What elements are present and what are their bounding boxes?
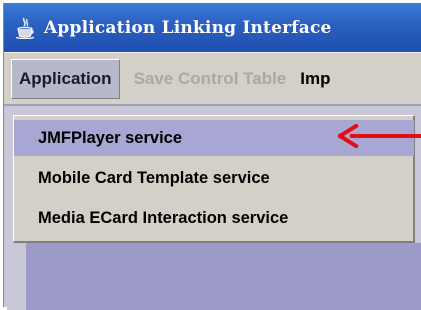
- menu-application[interactable]: Application: [11, 59, 120, 99]
- menu-bar: Application Save Control Table Imp: [4, 52, 421, 105]
- java-cup-icon: [14, 17, 36, 39]
- content-area: [26, 243, 421, 310]
- menu-divider: [4, 104, 421, 106]
- application-window: Application Linking Interface Applicatio…: [3, 3, 421, 310]
- menu-save-control-table[interactable]: Save Control Table: [134, 60, 287, 98]
- menu-item-mobile-card-template-service[interactable]: Mobile Card Template service: [14, 160, 414, 196]
- menu-import[interactable]: Imp: [300, 60, 330, 98]
- menu-item-media-ecard-interaction-service[interactable]: Media ECard Interaction service: [14, 200, 414, 236]
- red-arrow-icon: [338, 124, 421, 148]
- title-bar[interactable]: Application Linking Interface: [4, 3, 421, 52]
- window-title: Application Linking Interface: [44, 17, 332, 38]
- left-panel-strip: [7, 243, 27, 310]
